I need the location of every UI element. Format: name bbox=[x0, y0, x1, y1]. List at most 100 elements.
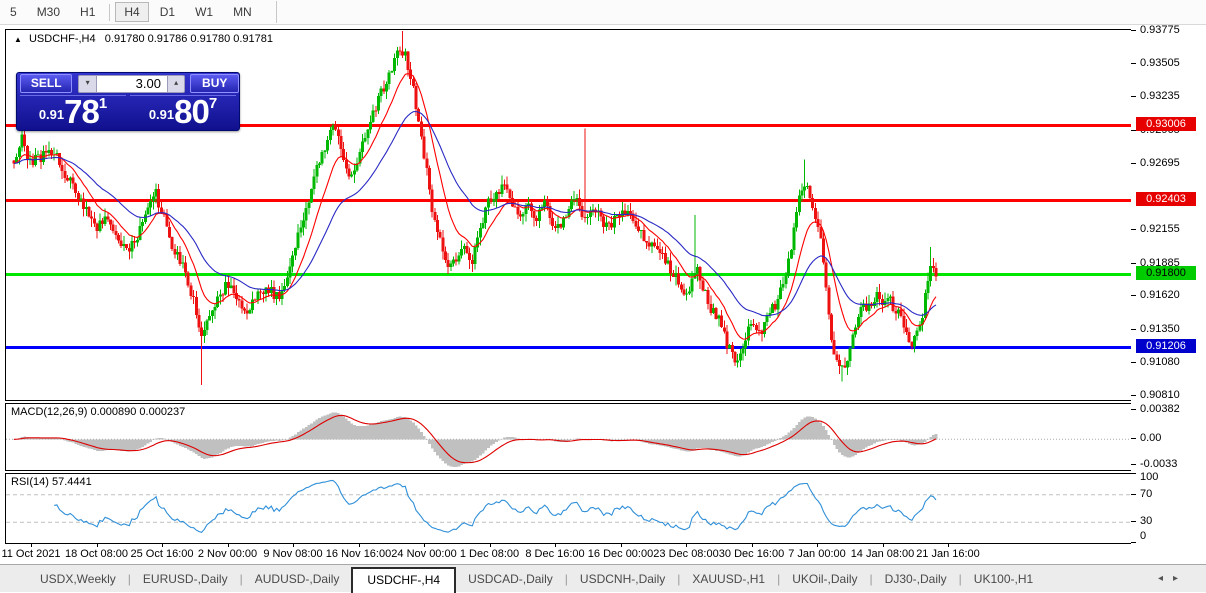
timeframe-button-h4[interactable]: H4 bbox=[115, 2, 149, 22]
price-tick-label: 0.92155 bbox=[1140, 223, 1180, 236]
buy-button[interactable]: BUY bbox=[190, 74, 239, 93]
price-tick-label: 0.93775 bbox=[1140, 23, 1180, 36]
date-tick-mark bbox=[162, 543, 163, 547]
price-tick-dash bbox=[1131, 30, 1136, 31]
price-tick-label: 0.91620 bbox=[1140, 289, 1180, 302]
price-tick-dash bbox=[1131, 63, 1136, 64]
timeframe-button-5[interactable]: 5 bbox=[1, 2, 26, 22]
price-axis[interactable]: 0.937750.935050.932350.929650.926950.921… bbox=[1131, 24, 1206, 402]
date-label: 21 Jan 16:00 bbox=[916, 548, 980, 560]
tab-usdx-weekly[interactable]: USDX,Weekly bbox=[28, 568, 128, 590]
volume-decrease-button[interactable]: ▾ bbox=[78, 74, 97, 93]
rsi-chart[interactable] bbox=[6, 474, 1131, 543]
date-axis[interactable]: 11 Oct 2021 18 Oct 08:00 25 Oct 16:00 2 Nov… bbox=[1, 543, 1132, 563]
date-tick-mark bbox=[817, 543, 818, 547]
rsi-tick-label: 30 bbox=[1140, 515, 1153, 528]
tab-eurusd-daily[interactable]: EURUSD-,Daily bbox=[131, 568, 240, 590]
price-tick-dash bbox=[1131, 96, 1136, 97]
tab-usdcnh-daily[interactable]: USDCNH-,Daily bbox=[568, 568, 677, 590]
timeframe-button-mn[interactable]: MN bbox=[224, 2, 261, 22]
buy-price-main: 80 bbox=[174, 93, 210, 130]
date-tick-mark bbox=[293, 543, 294, 547]
rsi-tick-dash bbox=[1131, 494, 1136, 495]
scroll-right-icon[interactable]: ▸ bbox=[1173, 573, 1188, 584]
date-tick-mark bbox=[948, 543, 949, 547]
macd-tick-label: 0.00382 bbox=[1140, 403, 1180, 415]
macd-panel[interactable]: MACD(12,26,9) 0.000890 0.000237 bbox=[5, 403, 1132, 471]
price-tick-dash bbox=[1131, 295, 1136, 296]
rsi-axis: 100 70 30 0 bbox=[1131, 471, 1206, 544]
price-tick-label: 0.92695 bbox=[1140, 156, 1180, 169]
horizontal-line[interactable] bbox=[6, 273, 1131, 276]
up-arrow-icon: ▴ bbox=[174, 77, 179, 87]
price-tick-label: 0.91350 bbox=[1140, 322, 1180, 335]
macd-axis: 0.00382 0.00 -0.0033 bbox=[1131, 403, 1206, 471]
volume-input[interactable]: 3.00 bbox=[96, 74, 167, 93]
date-tick-mark bbox=[751, 543, 753, 547]
price-tick-dash bbox=[1131, 229, 1136, 230]
timeframe-button-h1[interactable]: H1 bbox=[71, 2, 104, 22]
down-arrow-icon: ▾ bbox=[85, 77, 90, 87]
date-tick-mark bbox=[882, 543, 884, 547]
macd-tick-dash bbox=[1131, 438, 1136, 439]
sell-price-prefix: 0.91 bbox=[38, 107, 65, 122]
tab-usdcad-daily[interactable]: USDCAD-,Daily bbox=[456, 568, 565, 590]
timeframe-button-w1[interactable]: W1 bbox=[186, 2, 222, 22]
date-tick-mark bbox=[555, 543, 556, 547]
tab-usdchf-h4[interactable]: USDCHF-,H4 bbox=[351, 566, 457, 593]
toolbar-separator bbox=[275, 1, 277, 23]
price-tick-dash bbox=[1131, 362, 1136, 363]
buy-price-prefix: 0.91 bbox=[148, 107, 175, 122]
tab-xauusd-h1[interactable]: XAUUSD-,H1 bbox=[680, 568, 777, 590]
sell-price-display[interactable]: 0.91 78 1 bbox=[20, 93, 126, 130]
tab-uk100-h1[interactable]: UK100-,H1 bbox=[962, 568, 1045, 590]
rsi-panel[interactable]: RSI(14) 57.4441 bbox=[5, 473, 1132, 544]
timeframe-button-m30[interactable]: M30 bbox=[28, 2, 69, 22]
rsi-tick-dash bbox=[1131, 542, 1136, 543]
date-tick-mark bbox=[358, 543, 360, 547]
one-click-trading-panel: SELL ▾ 3.00 ▴ BUY 0.91 78 1 0.91 80 7 bbox=[16, 72, 240, 131]
rsi-tick-dash bbox=[1131, 521, 1136, 522]
tab-ukoil-daily[interactable]: UKOil-,Daily bbox=[780, 568, 869, 590]
tab-scroll-arrows[interactable]: ◂▸ bbox=[1158, 573, 1188, 584]
date-tick-mark bbox=[227, 543, 229, 547]
buy-price-display[interactable]: 0.91 80 7 bbox=[130, 93, 236, 130]
price-tick-label: 0.93235 bbox=[1140, 90, 1180, 103]
rsi-tick-label: 70 bbox=[1140, 487, 1153, 500]
rsi-tick-label: 100 bbox=[1140, 471, 1159, 483]
tab-audusd-daily[interactable]: AUDUSD-,Daily bbox=[243, 568, 352, 590]
price-tick-dash bbox=[1131, 395, 1136, 396]
sell-price-main: 78 bbox=[64, 93, 100, 130]
date-tick-mark bbox=[424, 543, 425, 547]
scroll-left-icon[interactable]: ◂ bbox=[1158, 573, 1173, 584]
macd-tick-dash bbox=[1131, 464, 1136, 465]
sell-price-pip: 1 bbox=[98, 95, 108, 112]
horizontal-line[interactable] bbox=[6, 346, 1131, 349]
date-tick-mark bbox=[620, 543, 622, 547]
toolbar-separator bbox=[109, 3, 111, 21]
up-triangle-icon: ▲ bbox=[14, 35, 22, 44]
hline-price-badge: 0.91206 bbox=[1136, 339, 1196, 354]
price-tick-label: 0.90810 bbox=[1140, 389, 1180, 402]
chart-ohlc-values: 0.91780 0.91786 0.91780 0.91781 bbox=[104, 33, 274, 45]
date-tick-mark bbox=[31, 543, 32, 547]
price-tick-label: 0.91080 bbox=[1140, 356, 1180, 368]
volume-increase-button[interactable]: ▴ bbox=[166, 74, 186, 93]
date-tick-mark bbox=[686, 543, 687, 547]
price-chart-panel[interactable]: ▲ USDCHF-,H4 0.91780 0.91786 0.91780 0.9… bbox=[5, 29, 1132, 401]
macd-tick-label: 0.00 bbox=[1140, 432, 1162, 445]
timeframe-button-d1[interactable]: D1 bbox=[151, 2, 184, 22]
sell-button[interactable]: SELL bbox=[20, 74, 73, 93]
tab-dj30-daily[interactable]: DJ30-,Daily bbox=[873, 568, 959, 590]
date-tick-mark bbox=[96, 543, 98, 547]
hline-price-badge: 0.92403 bbox=[1136, 191, 1196, 206]
macd-tick-dash bbox=[1131, 409, 1136, 410]
rsi-label: RSI(14) 57.4441 bbox=[11, 476, 92, 488]
price-tick-dash bbox=[1131, 163, 1136, 164]
timeframe-toolbar: 5 M30 H1 H4 D1 W1 MN bbox=[0, 0, 1206, 25]
horizontal-line[interactable] bbox=[6, 199, 1131, 202]
price-tick-label: 0.93505 bbox=[1140, 56, 1180, 69]
hline-price-badge: 0.93006 bbox=[1136, 117, 1196, 132]
macd-label: MACD(12,26,9) 0.000890 0.000237 bbox=[11, 406, 186, 418]
rsi-tick-label: 0 bbox=[1140, 530, 1147, 542]
